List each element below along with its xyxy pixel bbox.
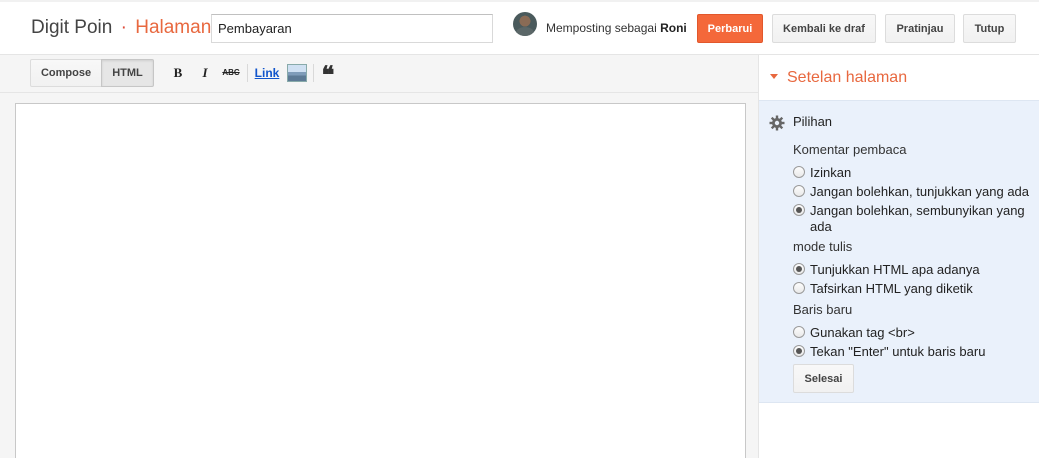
blog-name[interactable]: Digit Poin xyxy=(31,17,112,38)
html-editor[interactable] xyxy=(15,103,746,458)
posting-as-label: Memposting sebagai Roni xyxy=(546,21,687,35)
update-button[interactable]: Perbarui xyxy=(697,14,763,43)
bold-button[interactable]: B xyxy=(172,65,184,81)
editor-area xyxy=(0,93,758,458)
quote-icon[interactable]: ❝ xyxy=(320,64,336,88)
radio-button[interactable] xyxy=(793,166,805,178)
gear-icon xyxy=(769,115,785,131)
radio-show-html-literally[interactable]: Tunjukkan HTML apa adanya xyxy=(793,262,1033,278)
avatar[interactable] xyxy=(513,12,537,36)
radio-button-checked[interactable] xyxy=(793,263,805,275)
radio-button[interactable] xyxy=(793,326,805,338)
radio-button[interactable] xyxy=(793,282,805,294)
options-title: Pilihan xyxy=(793,114,833,129)
breadcrumb: Digit Poin · Halaman xyxy=(31,17,211,39)
radio-button[interactable] xyxy=(793,185,805,197)
page-settings-header[interactable]: Setelan halaman xyxy=(759,55,1039,100)
line-breaks-label: Baris baru xyxy=(793,302,853,317)
page-settings-sidebar: Setelan halaman Pilihan Komentar pembaca… xyxy=(758,55,1039,458)
radio-interpret-html[interactable]: Tafsirkan HTML yang diketik xyxy=(793,281,1033,297)
radio-label: Jangan bolehkan, sembunyikan yang ada xyxy=(810,203,1025,234)
radio-comments-disallow-show[interactable]: Jangan bolehkan, tunjukkan yang ada xyxy=(793,184,1033,200)
radio-label: Izinkan xyxy=(810,165,852,180)
radio-use-br-tags[interactable]: Gunakan tag <br> xyxy=(793,325,1033,341)
options-panel: Pilihan Komentar pembaca Izinkan Jangan … xyxy=(759,100,1039,403)
page-title-input[interactable] xyxy=(211,14,493,43)
close-button[interactable]: Tutup xyxy=(963,14,1016,43)
html-mode-button[interactable]: HTML xyxy=(101,59,154,87)
preview-button[interactable]: Pratinjau xyxy=(885,14,955,43)
toolbar-divider xyxy=(247,64,248,82)
caret-down-icon xyxy=(770,74,778,79)
image-icon[interactable] xyxy=(287,64,307,82)
revert-to-draft-button[interactable]: Kembali ke draf xyxy=(772,14,876,43)
italic-button[interactable]: I xyxy=(199,65,211,81)
editor-header: Digit Poin · Halaman Memposting sebagai … xyxy=(0,0,1039,55)
radio-press-enter[interactable]: Tekan "Enter" untuk baris baru xyxy=(793,344,1033,360)
done-button[interactable]: Selesai xyxy=(793,364,854,393)
strikethrough-button[interactable]: ABC xyxy=(222,65,240,81)
radio-comments-allow[interactable]: Izinkan xyxy=(793,165,1033,181)
link-button[interactable]: Link xyxy=(254,65,280,81)
radio-label: Gunakan tag <br> xyxy=(810,325,915,340)
radio-label: Jangan bolehkan, tunjukkan yang ada xyxy=(810,184,1030,199)
radio-button-checked[interactable] xyxy=(793,204,805,216)
radio-label: Tekan "Enter" untuk baris baru xyxy=(810,344,986,359)
page-settings-title: Setelan halaman xyxy=(787,69,908,86)
radio-button-checked[interactable] xyxy=(793,345,805,357)
posting-as-prefix: Memposting sebagai xyxy=(546,21,657,35)
reader-comments-label: Komentar pembaca xyxy=(793,142,907,157)
editor-toolbar: Compose HTML B I ABC Link ❝ xyxy=(0,55,758,93)
compose-mode-button[interactable]: Compose xyxy=(30,59,102,87)
toolbar-divider xyxy=(313,64,314,82)
compose-mode-label: mode tulis xyxy=(793,239,853,254)
breadcrumb-separator: · xyxy=(120,17,127,38)
radio-label: Tafsirkan HTML yang diketik xyxy=(810,281,973,296)
user-name: Roni xyxy=(660,21,687,35)
radio-comments-disallow-hide[interactable]: Jangan bolehkan, sembunyikan yang ada xyxy=(793,203,1033,235)
radio-label: Tunjukkan HTML apa adanya xyxy=(810,262,980,277)
section-name: Halaman xyxy=(135,17,212,38)
